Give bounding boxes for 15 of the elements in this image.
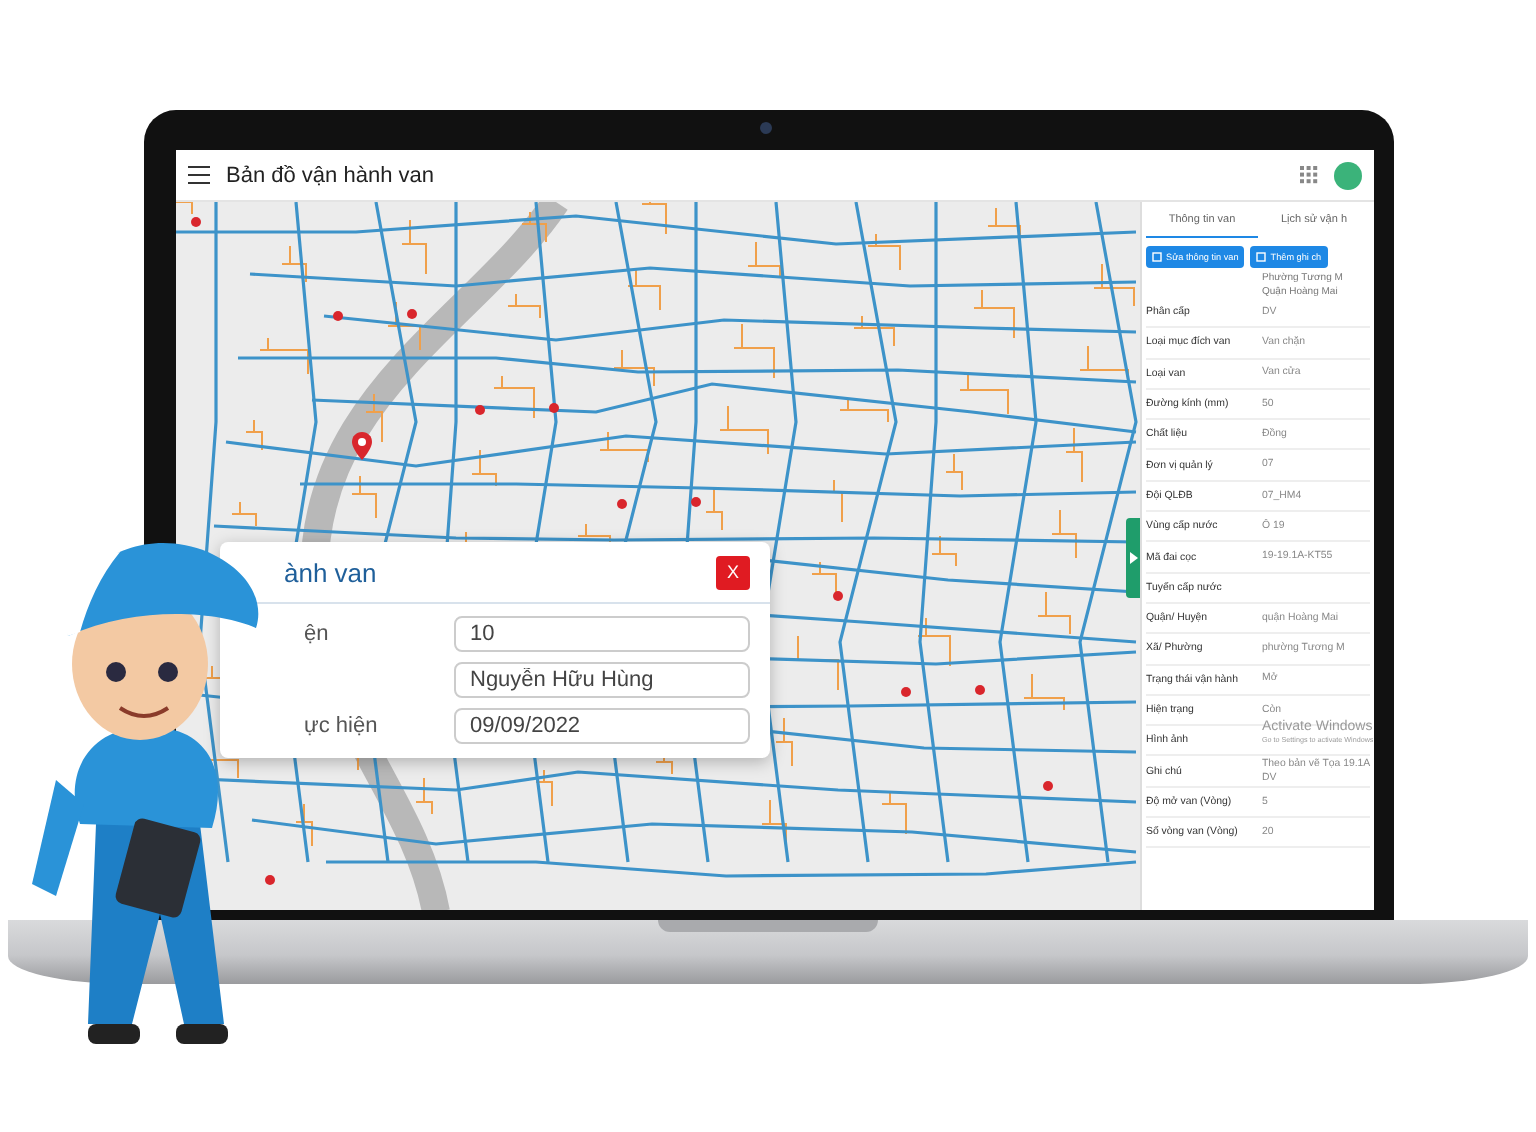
map-pin-icon[interactable] [352,432,372,460]
field-label: ực hiện [302,714,380,738]
field-label: ện [302,622,331,646]
webcam-icon [760,122,772,134]
panel-toggle-handle[interactable] [1126,518,1140,598]
dialog-title: ành van [284,557,377,587]
edit-icon [1152,252,1162,262]
app-title: Bản đồ vận hành van [226,163,436,187]
apps-grid-icon[interactable] [1300,166,1318,184]
close-button[interactable]: X [716,555,750,589]
menu-icon[interactable] [188,166,210,184]
input-field[interactable]: 10 [454,616,750,652]
input-field[interactable]: 09/09/2022 [454,708,750,744]
note-icon [1256,252,1267,262]
user-avatar[interactable] [1334,161,1362,189]
